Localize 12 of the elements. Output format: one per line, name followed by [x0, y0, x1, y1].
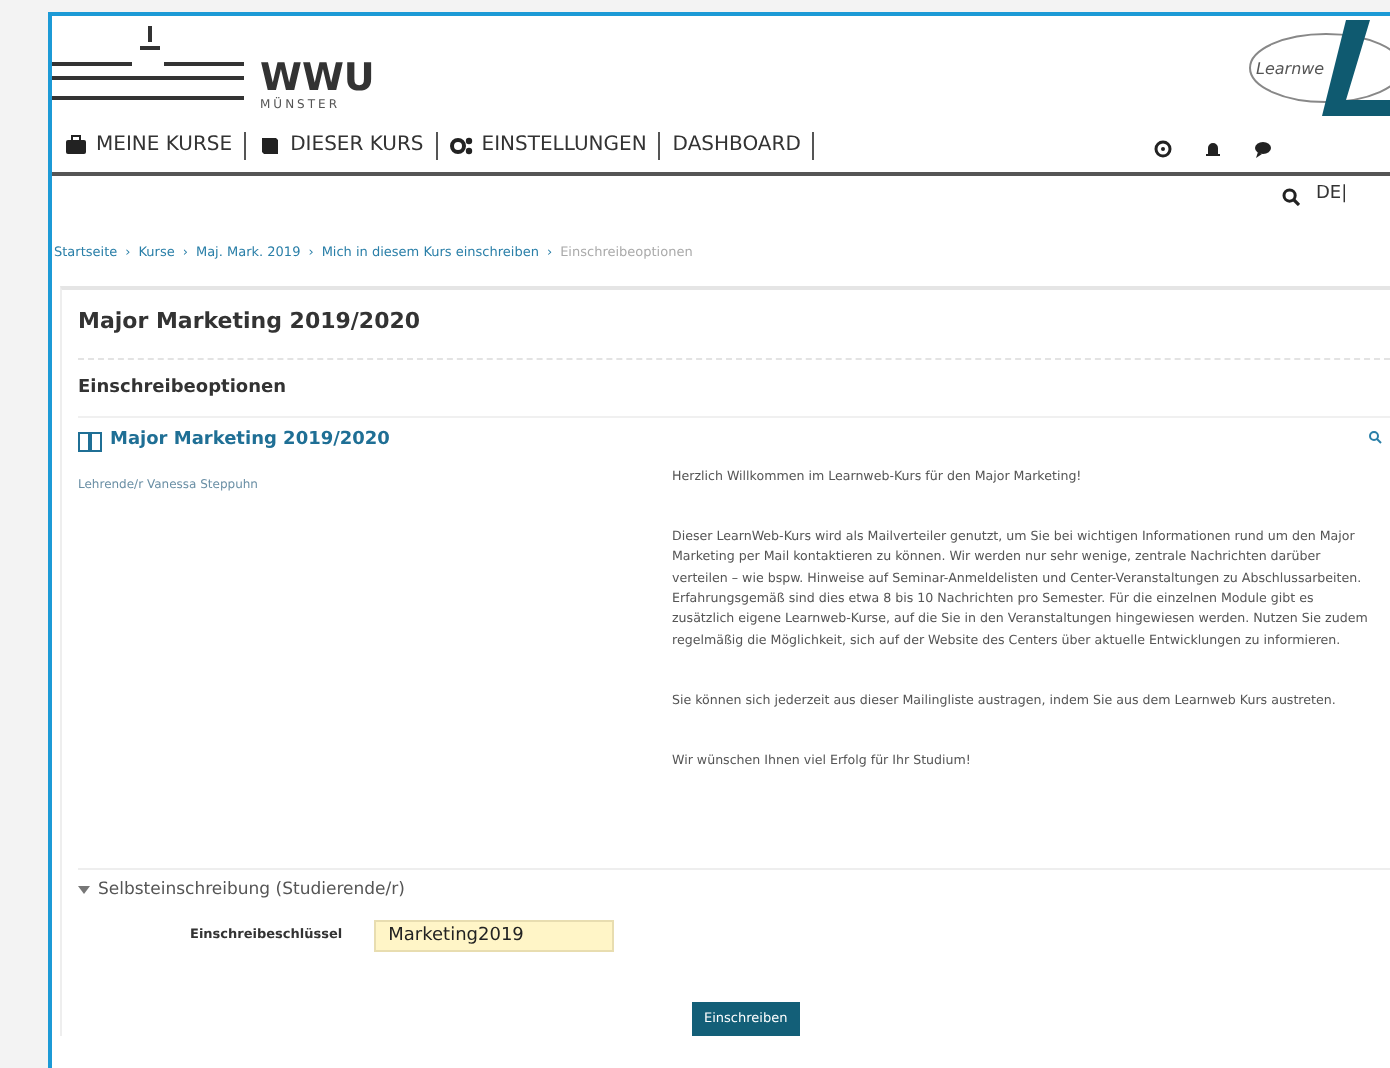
nav-link[interactable]: DIESER KURS [246, 132, 438, 160]
course-title-link[interactable]: Major Marketing 2019/2020 [110, 427, 390, 455]
fieldset-title[interactable]: Selbsteinschreibung (Studierende/r) [98, 877, 405, 903]
language-selector[interactable]: DE| [1316, 182, 1348, 210]
nav-link[interactable]: EINSTELLUNGEN [437, 132, 661, 160]
nav-link[interactable]: DASHBOARD [660, 132, 815, 160]
section-title: Einschreibeoptionen [78, 376, 289, 403]
page-title: Major Marketing 2019/2020 [78, 305, 423, 338]
key-field[interactable]: Marketing2019 [374, 919, 615, 951]
logo-title: WWU [260, 60, 375, 96]
learnweb-logo: Learnwe [1246, 16, 1390, 120]
nav-link[interactable]: MEINE KURSE [52, 132, 247, 160]
